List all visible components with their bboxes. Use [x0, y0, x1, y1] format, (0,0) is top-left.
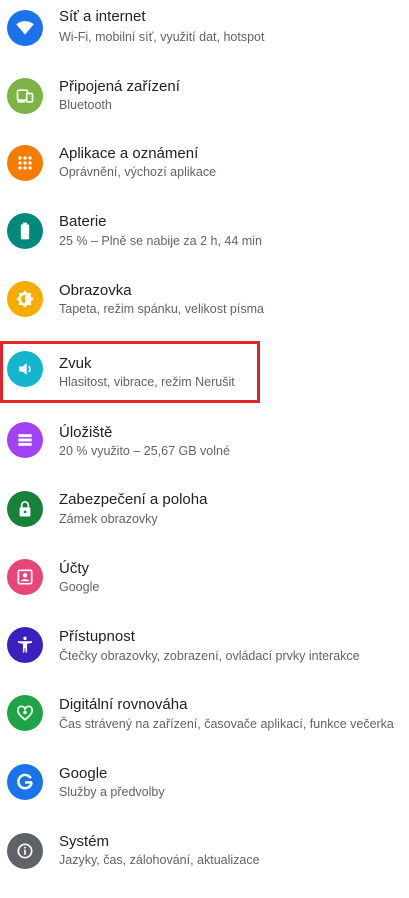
item-subtitle: Hlasitost, vibrace, režim Nerušit: [59, 375, 235, 389]
item-title: Baterie: [59, 213, 107, 230]
settings-item-sound[interactable]: Zvuk Hlasitost, vibrace, režim Nerušit: [0, 341, 409, 409]
item-subtitle: Wi-Fi, mobilní síť, využití dat, hotspot: [59, 30, 265, 44]
google-icon: [7, 764, 43, 800]
item-subtitle: 25 % – Plně se nabije za 2 h, 44 min: [59, 234, 262, 248]
wifi-icon: [7, 10, 43, 46]
item-subtitle: Služby a předvolby: [59, 785, 165, 799]
settings-item-accounts[interactable]: Účty Google: [0, 556, 409, 624]
settings-item-network[interactable]: Síť a internet Wi-Fi, mobilní síť, využi…: [0, 0, 409, 68]
item-title: Zvuk: [59, 355, 92, 372]
wellbeing-icon: [7, 695, 43, 731]
settings-item-battery[interactable]: Baterie 25 % – Plně se nabije za 2 h, 44…: [0, 205, 409, 273]
item-title: Google: [59, 765, 108, 782]
item-subtitle: Tapeta, režim spánku, velikost písma: [59, 302, 264, 316]
settings-item-apps[interactable]: Aplikace a oznámení Oprávnění, výchozí a…: [0, 137, 409, 205]
brightness-icon: [7, 281, 43, 317]
item-subtitle: 20 % využito – 25,67 GB volné: [59, 444, 230, 458]
apps-grid-icon: [7, 145, 43, 181]
item-subtitle: Čas strávený na zařízení, časovače aplik…: [59, 717, 394, 731]
item-subtitle: Google: [59, 580, 100, 594]
item-subtitle: Bluetooth: [59, 98, 112, 112]
item-title: Zabezpečení a poloha: [59, 491, 208, 508]
item-title: Obrazovka: [59, 282, 132, 299]
item-title: Připojená zařízení: [59, 78, 180, 95]
item-title: Přístupnost: [59, 628, 135, 645]
item-title: Úložiště: [59, 424, 113, 441]
volume-icon: [7, 351, 43, 387]
settings-item-digital-wellbeing[interactable]: Digitální rovnováha Čas strávený na zaří…: [0, 693, 409, 761]
settings-item-display[interactable]: Obrazovka Tapeta, režim spánku, velikost…: [0, 273, 409, 341]
settings-item-accessibility[interactable]: Přístupnost Čtečky obrazovky, zobrazení,…: [0, 625, 409, 693]
item-subtitle: Zámek obrazovky: [59, 512, 158, 526]
storage-icon: [7, 422, 43, 458]
item-subtitle: Čtečky obrazovky, zobrazení, ovládací pr…: [59, 649, 360, 663]
devices-icon: [7, 78, 43, 114]
lock-icon: [7, 491, 43, 527]
account-icon: [7, 559, 43, 595]
item-title: Aplikace a oznámení: [59, 145, 199, 162]
settings-item-google[interactable]: Google Služby a předvolby: [0, 761, 409, 829]
settings-item-security[interactable]: Zabezpečení a poloha Zámek obrazovky: [0, 488, 409, 556]
item-subtitle: Oprávnění, výchozí aplikace: [59, 165, 217, 179]
battery-icon: [7, 213, 43, 249]
settings-item-system[interactable]: Systém Jazyky, čas, zálohování, aktualiz…: [0, 830, 409, 898]
settings-item-connected-devices[interactable]: Připojená zařízení Bluetooth: [0, 68, 409, 136]
accessibility-icon: [7, 627, 43, 663]
item-title: Systém: [59, 833, 110, 850]
settings-item-storage[interactable]: Úložiště 20 % využito – 25,67 GB volné: [0, 420, 409, 488]
item-title: Síť a internet: [59, 8, 146, 25]
item-subtitle: Jazyky, čas, zálohování, aktualizace: [59, 853, 260, 867]
item-title: Účty: [59, 560, 89, 577]
item-title: Digitální rovnováha: [59, 696, 188, 713]
info-icon: [7, 833, 43, 869]
